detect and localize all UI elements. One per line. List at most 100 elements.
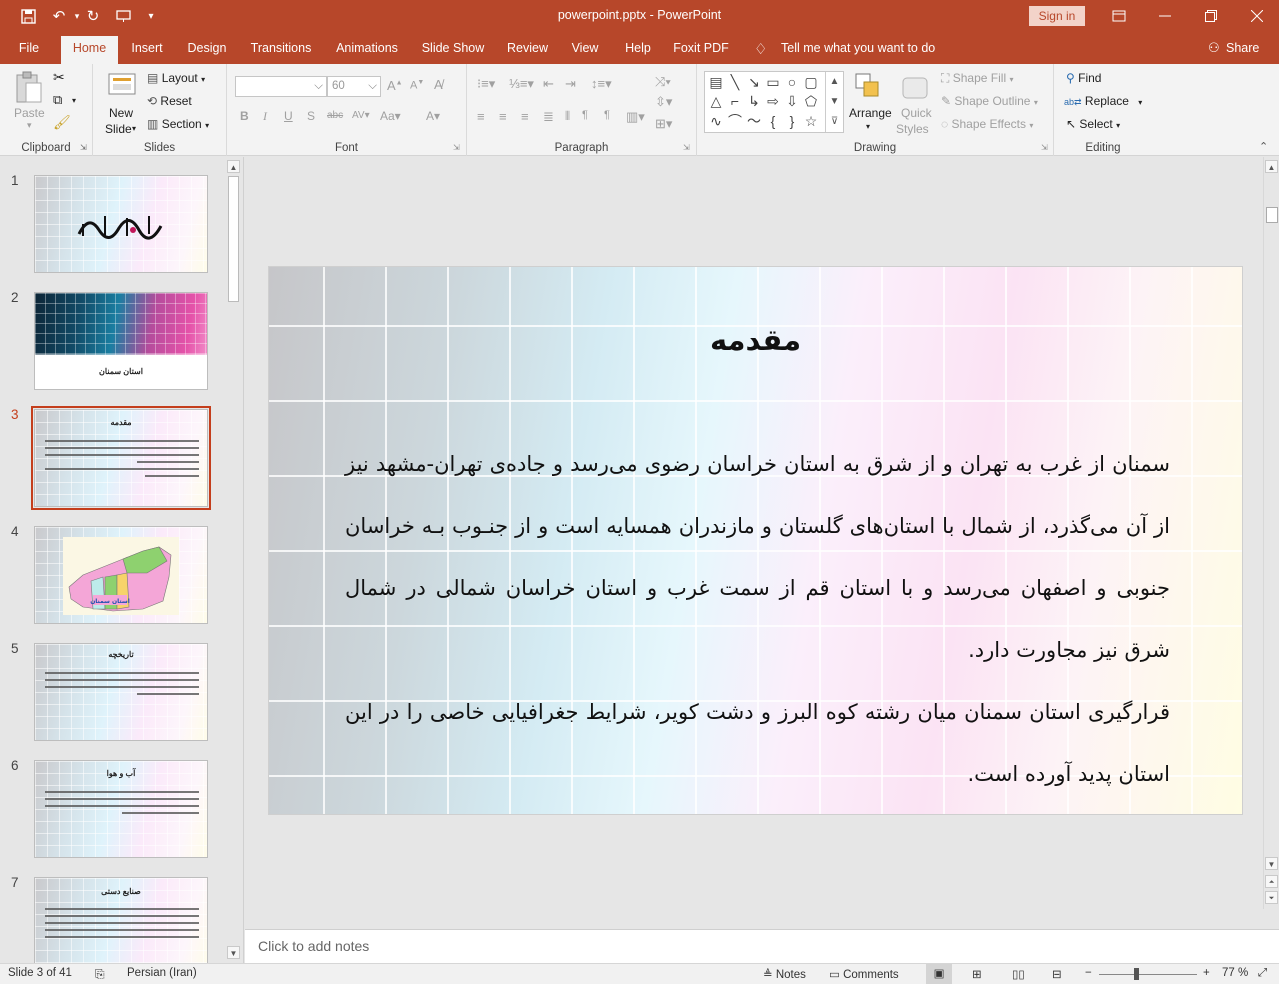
notes-toggle[interactable]: ≜ Notes: [763, 967, 806, 981]
arrange-dropdown-icon[interactable]: ▾: [866, 122, 870, 131]
ribbon-display-options-icon[interactable]: [1096, 0, 1142, 32]
right-arrow-shape-icon[interactable]: ⇨: [764, 92, 782, 110]
text-direction-icon[interactable]: ⤨▾: [655, 74, 671, 90]
tab-insert[interactable]: Insert: [125, 32, 169, 64]
zoom-slider-thumb[interactable]: [1134, 968, 1139, 980]
line-shape-icon[interactable]: ╲: [726, 73, 744, 91]
down-arrow-shape-icon[interactable]: ⇩: [783, 92, 801, 110]
shapes-gallery[interactable]: ▤ ╲ ↘ ▭ ○ ▢ △ ⌐ ↳ ⇨ ⇩ ⬠ ∿ ⌒ 〜 { } ☆ ▲ ▼ ⊽: [704, 71, 844, 133]
clipboard-launcher-icon[interactable]: ⇲: [80, 143, 87, 152]
bullets-icon[interactable]: ⁝≡▾: [477, 76, 495, 92]
redo-icon[interactable]: ↻: [82, 6, 104, 26]
oval-shape-icon[interactable]: ○: [783, 73, 801, 91]
shapes-scroll[interactable]: ▲ ▼ ⊽: [825, 72, 843, 132]
new-slide-dropdown-icon[interactable]: ▾: [132, 124, 136, 133]
quick-styles-icon[interactable]: [899, 72, 931, 104]
arrange-button[interactable]: Arrange: [849, 106, 892, 120]
slide-thumbnail-4[interactable]: استان سمنان: [34, 526, 208, 624]
change-case-icon[interactable]: Aa▾: [380, 109, 401, 123]
text-shadow-icon[interactable]: S: [307, 109, 315, 123]
start-slideshow-icon[interactable]: [112, 6, 134, 26]
tab-help[interactable]: Help: [618, 32, 658, 64]
slide-thumbnail-5[interactable]: تاریخچه: [34, 643, 208, 741]
format-painter-icon[interactable]: 🖌: [53, 114, 71, 131]
notes-pane[interactable]: Click to add notes: [245, 929, 1279, 963]
slideshow-view-icon[interactable]: ⊟: [1052, 967, 1062, 981]
tell-me-search[interactable]: Tell me what you want to do: [781, 32, 935, 64]
paste-dropdown-icon[interactable]: ▾: [27, 120, 32, 131]
fit-to-window-icon[interactable]: ⤢: [1258, 967, 1267, 980]
drawing-launcher-icon[interactable]: ⇲: [1041, 143, 1048, 152]
align-text-icon[interactable]: ⇳▾: [655, 94, 672, 110]
close-icon[interactable]: [1234, 0, 1279, 32]
thumbnail-scrollbar[interactable]: ▲ ▼: [226, 160, 241, 960]
arc-shape-icon[interactable]: ⌒: [726, 112, 744, 130]
copy-dropdown-icon[interactable]: ▾: [72, 96, 76, 105]
textbox-shape-icon[interactable]: ▤: [707, 73, 725, 91]
layout-button[interactable]: ▤ Layout ▾: [147, 71, 205, 85]
bold-icon[interactable]: B: [240, 109, 249, 123]
clear-formatting-icon[interactable]: A̸: [434, 77, 443, 92]
customize-toolbar-icon[interactable]: ▾: [140, 6, 162, 26]
align-center-icon[interactable]: ≡: [499, 109, 507, 124]
slide-thumbnail-6[interactable]: آب و هوا: [34, 760, 208, 858]
scroll-down-icon[interactable]: ▼: [1265, 857, 1278, 870]
tab-slide-show[interactable]: Slide Show: [417, 32, 489, 64]
previous-slide-icon[interactable]: ⏶: [1265, 875, 1278, 888]
tab-design[interactable]: Design: [180, 32, 234, 64]
reading-view-icon[interactable]: ▯▯: [1012, 967, 1025, 981]
rectangle-shape-icon[interactable]: ▭: [764, 73, 782, 91]
zoom-in-icon[interactable]: +: [1203, 967, 1210, 979]
arrow-line-shape-icon[interactable]: ↘: [745, 73, 763, 91]
smartart-icon[interactable]: ⊞▾: [655, 116, 672, 132]
shape-outline-button[interactable]: ✎ Shape Outline ▾: [941, 94, 1038, 108]
slide-thumbnail-1[interactable]: [34, 175, 208, 273]
left-brace-shape-icon[interactable]: {: [764, 112, 782, 130]
font-color-icon[interactable]: A▾: [426, 109, 440, 123]
paste-icon[interactable]: [14, 70, 44, 106]
zoom-slider-track[interactable]: [1099, 974, 1197, 975]
new-slide-label-2[interactable]: Slide: [105, 122, 132, 136]
collapse-ribbon-icon[interactable]: ⌃: [1259, 140, 1268, 153]
star-shape-icon[interactable]: ☆: [802, 112, 820, 130]
slide-thumbnail-7[interactable]: صنایع دستی: [34, 877, 208, 975]
copy-icon[interactable]: ⧉: [53, 92, 62, 108]
quick-styles-label-1[interactable]: Quick: [901, 106, 932, 120]
character-spacing-icon[interactable]: AV▾: [352, 110, 370, 121]
select-button[interactable]: ↖ Select ▾: [1066, 117, 1120, 131]
triangle-shape-icon[interactable]: △: [707, 92, 725, 110]
distributed-icon[interactable]: ⫴: [565, 109, 570, 124]
increase-indent-icon[interactable]: ⇥: [565, 76, 576, 92]
columns-icon[interactable]: ▥▾: [626, 109, 645, 125]
sign-in-button[interactable]: Sign in: [1029, 6, 1085, 26]
tab-home[interactable]: Home: [61, 36, 118, 64]
font-name-combo[interactable]: ⌵: [235, 76, 327, 97]
elbow-arrow-shape-icon[interactable]: ↳: [745, 92, 763, 110]
scroll-up-icon[interactable]: ▲: [1265, 160, 1278, 173]
section-button[interactable]: ▥ Section ▾: [147, 117, 209, 131]
font-size-combo[interactable]: 60 ⌵: [327, 76, 381, 97]
arrange-icon[interactable]: [854, 72, 884, 102]
share-button[interactable]: Share: [1226, 32, 1259, 64]
shape-effects-button[interactable]: ◌ Shape Effects ▾: [941, 117, 1033, 131]
curve-shape-icon[interactable]: 〜: [745, 112, 763, 130]
scroll-down-icon[interactable]: ▼: [227, 946, 240, 959]
tab-animations[interactable]: Animations: [330, 32, 404, 64]
main-scroll-thumb[interactable]: [1266, 207, 1278, 223]
font-launcher-icon[interactable]: ⇲: [453, 143, 460, 152]
find-button[interactable]: ⚲ Find: [1066, 71, 1101, 85]
slide-sorter-icon[interactable]: ⊞: [972, 967, 982, 981]
line-spacing-icon[interactable]: ↕≡▾: [591, 76, 612, 92]
new-slide-label-1[interactable]: New: [109, 106, 133, 120]
tab-file[interactable]: File: [8, 32, 50, 64]
elbow-connector-shape-icon[interactable]: ⌐: [726, 92, 744, 110]
align-right-icon[interactable]: ≡: [521, 109, 529, 124]
italic-icon[interactable]: I: [263, 109, 267, 124]
zoom-out-icon[interactable]: −: [1085, 967, 1092, 979]
zoom-level[interactable]: 77 %: [1222, 967, 1248, 979]
new-slide-icon[interactable]: [107, 70, 139, 102]
save-icon[interactable]: [17, 6, 39, 26]
decrease-indent-icon[interactable]: ⇤: [543, 76, 554, 92]
paragraph-launcher-icon[interactable]: ⇲: [683, 143, 690, 152]
quick-styles-label-2[interactable]: Styles: [896, 122, 929, 136]
